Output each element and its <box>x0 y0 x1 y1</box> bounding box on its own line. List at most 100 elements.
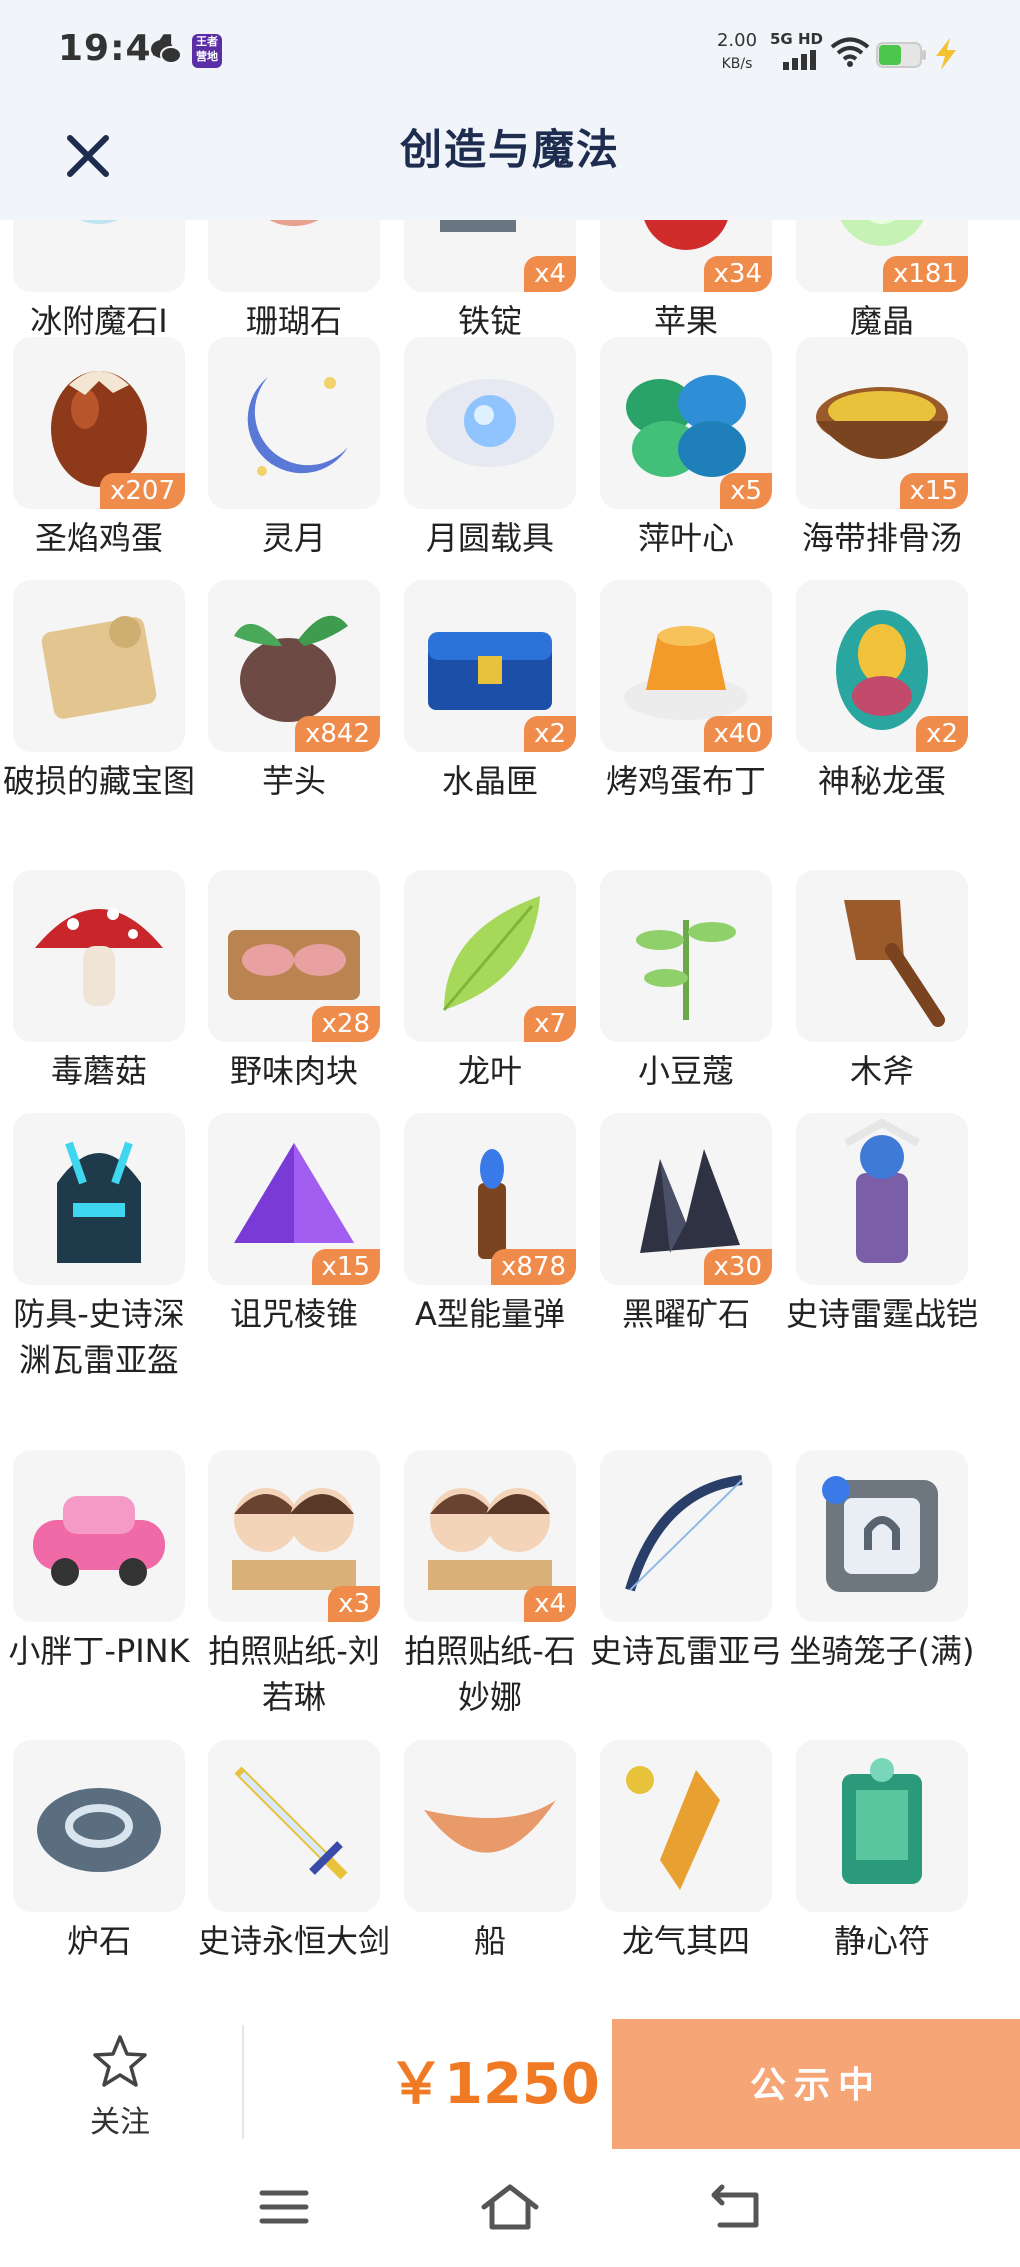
item-card[interactable]: 月圆载具 <box>391 337 589 597</box>
app-icon: 王者营地 <box>192 34 222 68</box>
item-thumbnail <box>13 220 185 292</box>
item-card[interactable]: 坐骑笼子(满) <box>783 1450 981 1710</box>
dragon-qi-icon <box>626 1766 720 1890</box>
back-icon[interactable] <box>706 2181 766 2233</box>
item-thumbnail <box>13 1740 185 1912</box>
price: ￥1250 <box>388 2052 600 2117</box>
wifi-icon <box>830 37 870 67</box>
net-speed: 2.00 KB/s <box>712 30 762 75</box>
header: 创造与魔法 <box>0 104 1020 220</box>
quantity-badge: x4 <box>524 1586 576 1622</box>
item-card[interactable]: 炉石 <box>0 1740 198 2000</box>
item-card[interactable]: 灵月 <box>195 337 393 597</box>
item-name: 诅咒棱锥 <box>229 1295 358 1333</box>
item-card[interactable]: 史诗瓦雷亚弓 <box>587 1450 785 1710</box>
item-card[interactable]: 防具-史诗深渊瓦雷亚盔 <box>0 1113 198 1379</box>
item-thumbnail <box>13 870 185 1042</box>
item-name: 坐骑笼子(满) <box>789 1632 975 1670</box>
talisman-icon <box>842 1758 922 1884</box>
item-card[interactable]: x878 A型能量弹 <box>391 1113 589 1373</box>
item-thumbnail: x7 <box>404 870 576 1042</box>
item-card[interactable]: x2 水晶匣 <box>391 580 589 840</box>
system-nav-bar <box>0 2151 1020 2267</box>
item-grid: 冰附魔石I 珊瑚石 x4 铁锭 x34 苹果 x181 魔晶 x207 圣焰鸡蛋 灵月 月圆载具 x5 萍… <box>0 220 1020 2015</box>
quantity-badge: x2 <box>524 716 576 752</box>
item-thumbnail: x2 <box>796 580 968 752</box>
item-card[interactable]: x28 野味肉块 <box>195 870 393 1130</box>
item-thumbnail <box>796 1113 968 1285</box>
item-name: 小豆蔻 <box>637 1052 734 1090</box>
quantity-badge: x2 <box>916 716 968 752</box>
item-thumbnail: x878 <box>404 1113 576 1285</box>
quantity-badge: x15 <box>311 1249 380 1285</box>
hearthstone-icon <box>37 1788 161 1872</box>
item-card[interactable]: 小胖丁-PINK <box>0 1450 198 1710</box>
quantity-badge: x878 <box>490 1249 576 1285</box>
item-name: 小胖丁-PINK <box>8 1632 190 1670</box>
item-thumbnail: x30 <box>600 1113 772 1285</box>
item-card[interactable]: x7 龙叶 <box>391 870 589 1130</box>
bow-icon <box>625 1475 743 1592</box>
item-name: 圣焰鸡蛋 <box>34 519 163 557</box>
item-thumbnail <box>600 1740 772 1912</box>
item-card[interactable]: x40 烤鸡蛋布丁 <box>587 580 785 840</box>
item-card[interactable]: x15 海带排骨汤 <box>783 337 981 597</box>
charging-icon <box>936 38 956 70</box>
item-name: 野味肉块 <box>229 1052 358 1090</box>
star-icon <box>93 2035 147 2087</box>
item-thumbnail <box>13 580 185 752</box>
item-thumbnail <box>404 1740 576 1912</box>
quantity-badge: x181 <box>882 256 968 292</box>
item-card[interactable]: x2 神秘龙蛋 <box>783 580 981 840</box>
item-card[interactable]: x842 芋头 <box>195 580 393 840</box>
wechat-icon <box>151 40 182 64</box>
item-name: 防具-史诗深渊瓦雷亚盔 <box>13 1295 185 1379</box>
item-card[interactable]: x207 圣焰鸡蛋 <box>0 337 198 597</box>
item-card[interactable]: 毒蘑菇 <box>0 870 198 1130</box>
item-card[interactable]: x5 萍叶心 <box>587 337 785 597</box>
net-speed-value: 2.00 <box>716 30 758 51</box>
item-thumbnail: x34 <box>600 220 772 292</box>
great-sword-icon <box>234 1766 348 1880</box>
item-thumbnail <box>600 870 772 1042</box>
item-thumbnail <box>13 1113 185 1285</box>
item-card[interactable]: 小豆蔻 <box>587 870 785 1130</box>
item-thumbnail <box>13 1450 185 1622</box>
status-bar: 19:44 王者营地 2.00 KB/s 5G HD <box>0 0 1020 104</box>
item-card[interactable]: 船 <box>391 1740 589 2000</box>
publicity-status-button[interactable]: 公示中 <box>612 2019 1020 2149</box>
item-card[interactable]: 龙气其四 <box>587 1740 785 2000</box>
item-name: 静心符 <box>833 1922 930 1960</box>
item-card[interactable]: 破损的藏宝图 <box>0 580 198 840</box>
quantity-badge: x30 <box>703 1249 772 1285</box>
pink-car-icon <box>33 1496 165 1586</box>
item-card[interactable]: 木斧 <box>783 870 981 1130</box>
item-thumbnail: x28 <box>208 870 380 1042</box>
item-card[interactable]: 静心符 <box>783 1740 981 2000</box>
item-card[interactable]: x15 诅咒棱锥 <box>195 1113 393 1373</box>
item-card[interactable]: 史诗雷霆战铠 <box>783 1113 981 1373</box>
follow-button[interactable]: 关注 <box>60 2033 180 2143</box>
item-name: 烤鸡蛋布丁 <box>605 762 766 800</box>
item-name: 海带排骨汤 <box>801 519 962 557</box>
mushroom-icon <box>35 908 163 1006</box>
home-icon[interactable] <box>480 2181 540 2233</box>
item-name: 炉石 <box>66 1922 131 1960</box>
treasure-map-icon <box>41 616 157 719</box>
menu-icon[interactable] <box>254 2181 314 2233</box>
item-name: 龙叶 <box>457 1052 522 1090</box>
item-card[interactable]: 史诗永恒大剑 <box>195 1740 393 2000</box>
item-card[interactable]: x3 拍照贴纸-刘若琳 <box>195 1450 393 1716</box>
item-thumbnail: x4 <box>404 220 576 292</box>
item-thumbnail <box>796 870 968 1042</box>
item-name: 龙气其四 <box>621 1922 750 1960</box>
page-title: 创造与魔法 <box>399 125 620 174</box>
moon-orb-icon <box>426 379 554 467</box>
item-card[interactable]: x30 黑曜矿石 <box>587 1113 785 1373</box>
frost-stone-icon <box>80 220 118 224</box>
item-thumbnail: x181 <box>796 220 968 292</box>
item-card[interactable]: x4 拍照贴纸-石妙娜 <box>391 1450 589 1716</box>
item-thumbnail: x3 <box>208 1450 380 1622</box>
item-thumbnail <box>208 1740 380 1912</box>
battery-icon <box>876 42 926 68</box>
